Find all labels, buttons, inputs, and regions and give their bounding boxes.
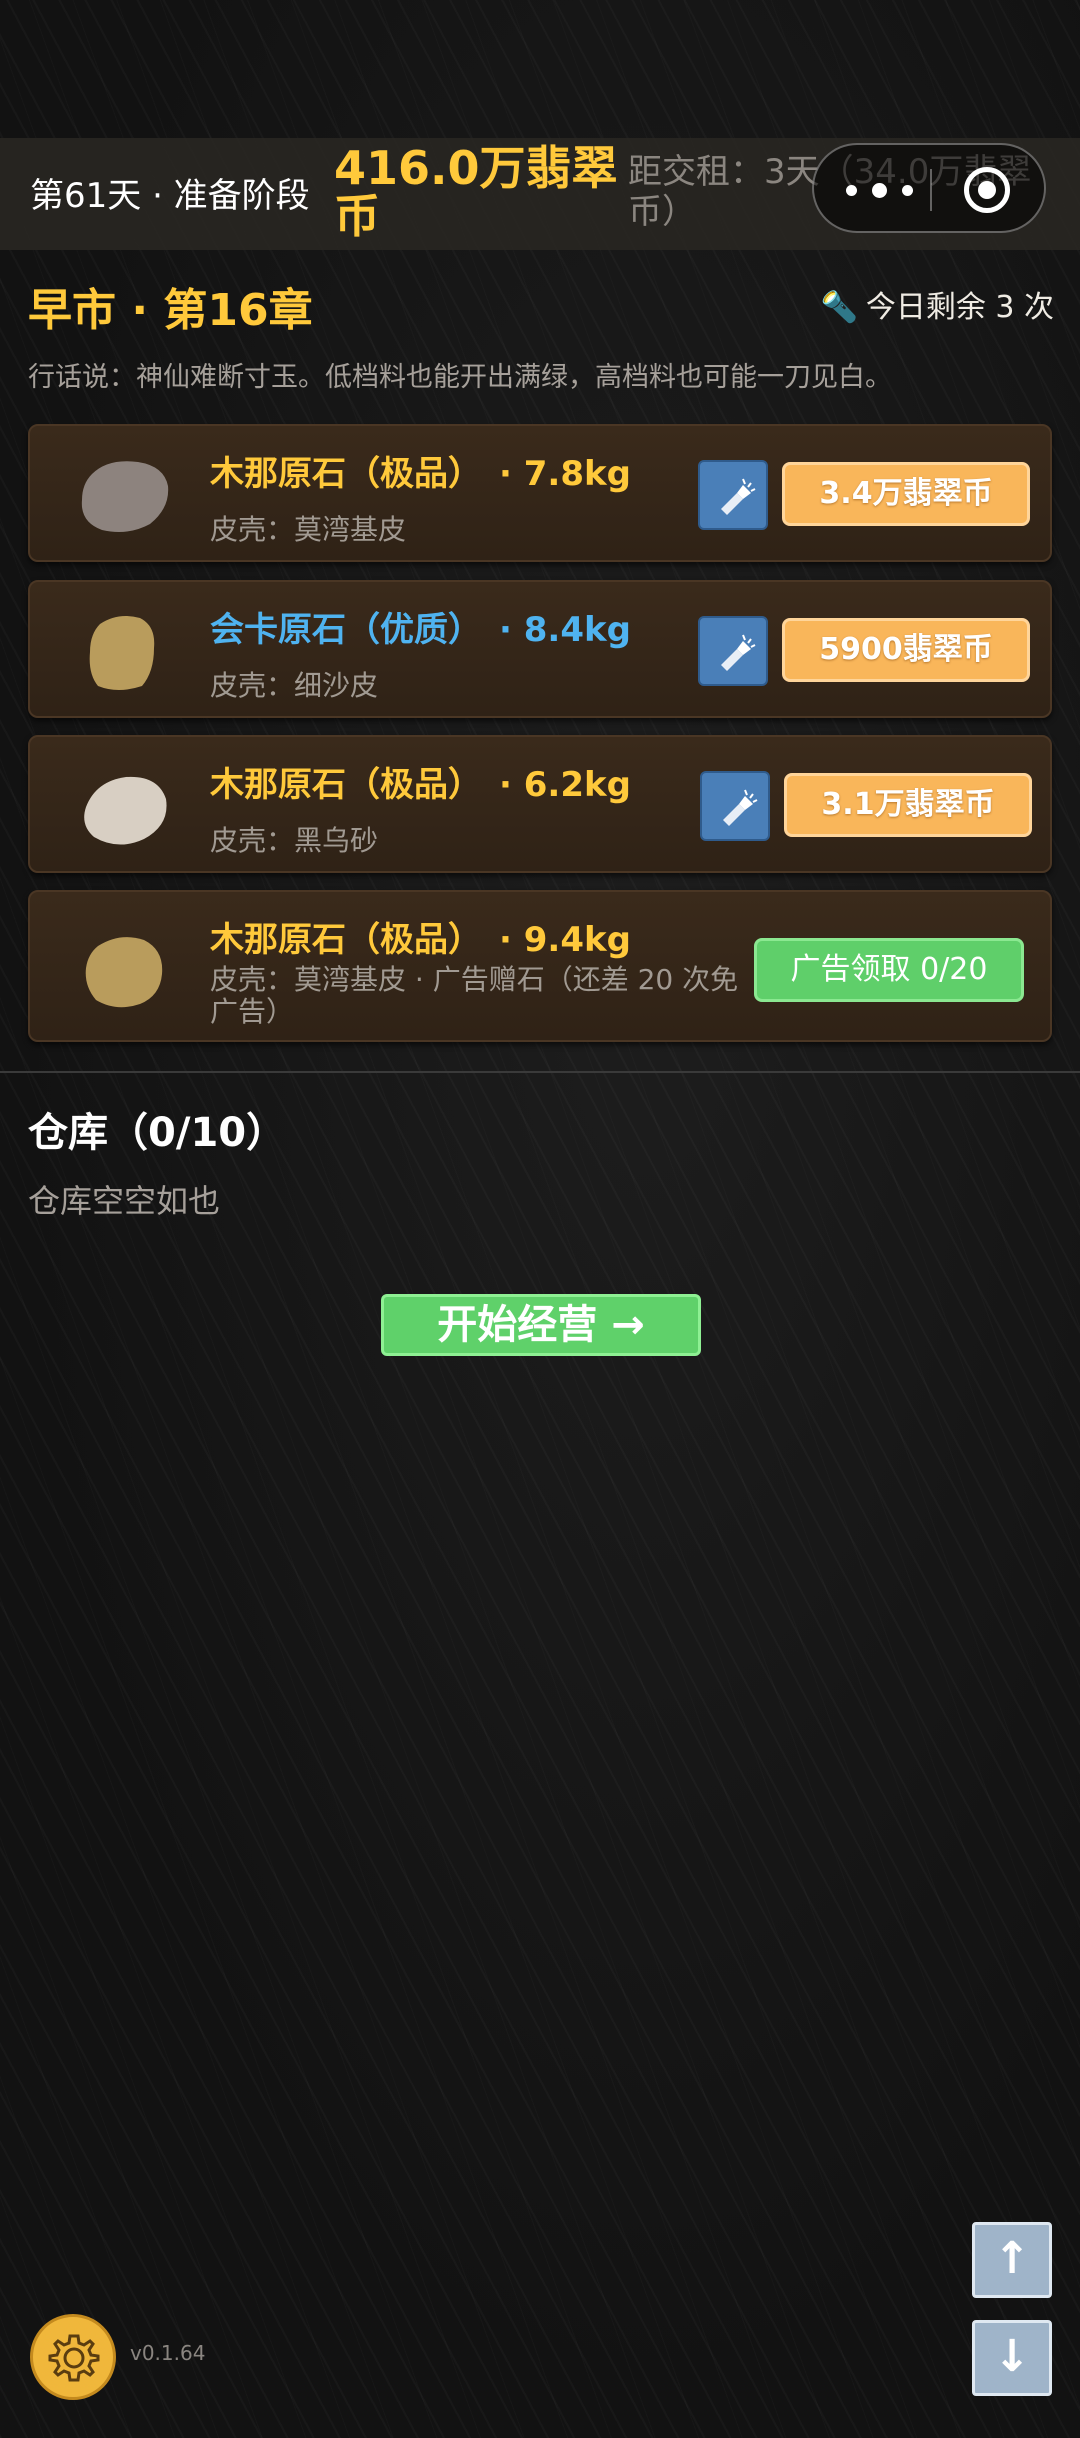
market-title: 早市 · 第16章	[28, 285, 313, 336]
stone-card: 木那原石（极品） · 7.8kg 皮壳：莫湾基皮 3.4万翡翠币	[28, 424, 1052, 562]
warehouse-empty-text: 仓库空空如也	[28, 1182, 221, 1220]
stone-name: 木那原石（极品） · 9.4kg	[210, 920, 631, 960]
remaining-count: 🔦 今日剩余 3 次	[820, 282, 1054, 326]
flashlight-button[interactable]	[698, 460, 768, 530]
stone-icon	[84, 776, 167, 845]
buy-button[interactable]: 3.1万翡翠币	[784, 773, 1032, 837]
stone-skin: 皮壳：细沙皮	[210, 669, 379, 702]
stone-icon	[89, 616, 155, 690]
day-phase: 第61天 · 准备阶段	[30, 176, 310, 216]
buy-button[interactable]: 5900翡翠币	[782, 618, 1030, 682]
flashlight-icon: 🔦	[820, 290, 858, 325]
gear-icon	[48, 2334, 100, 2382]
stone-card: 木那原石（极品） · 9.4kg 皮壳：莫湾基皮 · 广告赠石（还差 20 次免…	[28, 890, 1052, 1042]
divider	[0, 1071, 1080, 1073]
stone-card: 会卡原石（优质） · 8.4kg 皮壳：细沙皮 5900翡翠币	[28, 580, 1052, 718]
buy-button[interactable]: 3.4万翡翠币	[782, 462, 1030, 526]
settings-button[interactable]	[30, 2314, 116, 2400]
stone-skin: 皮壳：莫湾基皮	[210, 513, 407, 546]
flashlight-icon	[721, 478, 756, 515]
flashlight-button[interactable]	[698, 616, 768, 686]
flashlight-icon	[721, 634, 756, 671]
saying-text: 行话说：神仙难断寸玉。低档料也能开出满绿，高档料也可能一刀见白。	[28, 362, 892, 393]
stone-icon	[81, 461, 169, 532]
flashlight-button[interactable]	[700, 771, 770, 841]
stone-name: 会卡原石（优质） · 8.4kg	[210, 610, 631, 650]
warehouse-title: 仓库（0/10）	[28, 1110, 287, 1156]
more-dots-icon[interactable]	[844, 167, 914, 213]
remaining-label: 今日剩余 3 次	[865, 290, 1054, 325]
stone-icon	[85, 937, 163, 1008]
capsule-divider	[930, 169, 932, 211]
money-amount: 416.0万翡翠币	[334, 141, 618, 243]
stone-name: 木那原石（极品） · 7.8kg	[210, 454, 631, 494]
ad-claim-button[interactable]: 广告领取 0/20	[754, 938, 1024, 1002]
version-label: v0.1.64	[130, 2341, 206, 2365]
start-business-button[interactable]: 开始经营 →	[381, 1294, 701, 1356]
scroll-down-button[interactable]: ↓	[972, 2320, 1052, 2396]
stone-skin: 皮壳：莫湾基皮 · 广告赠石（还差 20 次免广告）	[210, 963, 739, 1028]
stone-name: 木那原石（极品） · 6.2kg	[210, 765, 631, 805]
target-icon[interactable]	[964, 167, 1010, 213]
stone-card: 木那原石（极品） · 6.2kg 皮壳：黑乌砂 3.1万翡翠币	[28, 735, 1052, 873]
flashlight-icon	[723, 789, 758, 826]
scroll-up-button[interactable]: ↑	[972, 2222, 1052, 2298]
arrow-down-icon: ↓	[993, 2331, 1031, 2382]
stone-skin: 皮壳：黑乌砂	[210, 824, 379, 857]
arrow-up-icon: ↑	[993, 2233, 1031, 2284]
mini-program-capsule	[812, 143, 1046, 233]
